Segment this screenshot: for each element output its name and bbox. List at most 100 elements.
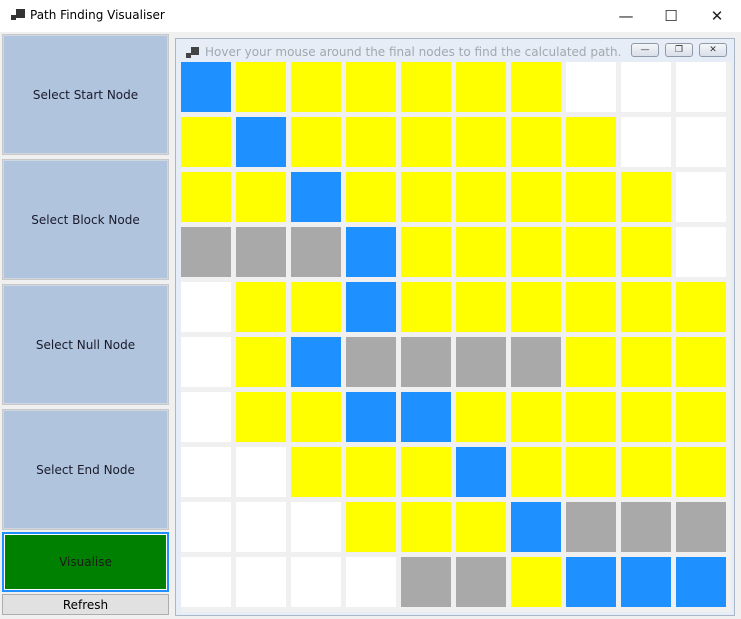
grid-node[interactable] bbox=[676, 62, 726, 112]
grid-node[interactable] bbox=[181, 337, 231, 387]
close-button[interactable]: ✕ bbox=[694, 0, 740, 32]
grid-node[interactable] bbox=[291, 62, 341, 112]
grid-node[interactable] bbox=[511, 502, 561, 552]
child-restore-button[interactable]: ❐ bbox=[665, 43, 693, 57]
grid-node[interactable] bbox=[181, 447, 231, 497]
select-start-node-button[interactable]: Select Start Node bbox=[2, 34, 169, 155]
grid-node[interactable] bbox=[456, 557, 506, 607]
minimize-button[interactable]: — bbox=[603, 0, 649, 32]
grid-node[interactable] bbox=[236, 502, 286, 552]
grid-node[interactable] bbox=[456, 282, 506, 332]
grid-node[interactable] bbox=[511, 172, 561, 222]
grid-node[interactable] bbox=[291, 172, 341, 222]
grid-node[interactable] bbox=[621, 557, 671, 607]
grid-node[interactable] bbox=[456, 392, 506, 442]
grid-node[interactable] bbox=[181, 392, 231, 442]
grid-node[interactable] bbox=[401, 62, 451, 112]
grid-node[interactable] bbox=[346, 62, 396, 112]
grid-node[interactable] bbox=[346, 227, 396, 277]
grid-node[interactable] bbox=[676, 392, 726, 442]
grid-node[interactable] bbox=[566, 392, 616, 442]
grid-node[interactable] bbox=[676, 227, 726, 277]
grid-node[interactable] bbox=[401, 392, 451, 442]
grid-node[interactable] bbox=[621, 62, 671, 112]
grid-node[interactable] bbox=[511, 557, 561, 607]
grid-node[interactable] bbox=[236, 62, 286, 112]
grid-node[interactable] bbox=[511, 392, 561, 442]
grid-node[interactable] bbox=[676, 447, 726, 497]
grid-node[interactable] bbox=[621, 502, 671, 552]
grid-node[interactable] bbox=[456, 227, 506, 277]
grid-node[interactable] bbox=[181, 502, 231, 552]
grid-node[interactable] bbox=[291, 227, 341, 277]
grid-node[interactable] bbox=[291, 337, 341, 387]
grid-node[interactable] bbox=[456, 62, 506, 112]
grid-node[interactable] bbox=[346, 117, 396, 167]
grid-node[interactable] bbox=[566, 502, 616, 552]
grid-node[interactable] bbox=[181, 557, 231, 607]
grid-node[interactable] bbox=[456, 172, 506, 222]
grid-node[interactable] bbox=[456, 502, 506, 552]
grid-node[interactable] bbox=[566, 117, 616, 167]
grid-node[interactable] bbox=[621, 172, 671, 222]
grid-node[interactable] bbox=[291, 392, 341, 442]
grid-node[interactable] bbox=[346, 282, 396, 332]
select-block-node-button[interactable]: Select Block Node bbox=[2, 159, 169, 280]
grid-node[interactable] bbox=[621, 282, 671, 332]
grid-node[interactable] bbox=[401, 227, 451, 277]
grid-node[interactable] bbox=[676, 557, 726, 607]
grid-node[interactable] bbox=[566, 282, 616, 332]
grid-node[interactable] bbox=[401, 557, 451, 607]
grid-node[interactable] bbox=[236, 557, 286, 607]
child-minimize-button[interactable]: — bbox=[631, 43, 659, 57]
grid-node[interactable] bbox=[291, 117, 341, 167]
grid-node[interactable] bbox=[401, 337, 451, 387]
grid-node[interactable] bbox=[676, 337, 726, 387]
grid-node[interactable] bbox=[676, 282, 726, 332]
grid-node[interactable] bbox=[181, 172, 231, 222]
grid-node[interactable] bbox=[346, 447, 396, 497]
grid-node[interactable] bbox=[346, 502, 396, 552]
grid-node[interactable] bbox=[511, 227, 561, 277]
select-null-node-button[interactable]: Select Null Node bbox=[2, 284, 169, 405]
grid-node[interactable] bbox=[676, 117, 726, 167]
grid-node[interactable] bbox=[511, 117, 561, 167]
grid-node[interactable] bbox=[181, 227, 231, 277]
grid-node[interactable] bbox=[511, 337, 561, 387]
grid-node[interactable] bbox=[346, 392, 396, 442]
grid-node[interactable] bbox=[456, 117, 506, 167]
grid-node[interactable] bbox=[236, 447, 286, 497]
grid-node[interactable] bbox=[236, 282, 286, 332]
grid-node[interactable] bbox=[456, 337, 506, 387]
grid-node[interactable] bbox=[676, 502, 726, 552]
grid-node[interactable] bbox=[401, 172, 451, 222]
grid-node[interactable] bbox=[346, 337, 396, 387]
grid-node[interactable] bbox=[511, 447, 561, 497]
grid-node[interactable] bbox=[236, 117, 286, 167]
grid-node[interactable] bbox=[401, 117, 451, 167]
grid-node[interactable] bbox=[621, 227, 671, 277]
grid-node[interactable] bbox=[566, 557, 616, 607]
grid-node[interactable] bbox=[621, 117, 671, 167]
grid-node[interactable] bbox=[621, 392, 671, 442]
grid-node[interactable] bbox=[181, 62, 231, 112]
grid-node[interactable] bbox=[236, 172, 286, 222]
visualise-button[interactable]: Visualise bbox=[2, 532, 169, 592]
grid-node[interactable] bbox=[346, 172, 396, 222]
child-close-button[interactable]: ✕ bbox=[699, 43, 727, 57]
refresh-button[interactable]: Refresh bbox=[2, 594, 169, 615]
grid-node[interactable] bbox=[566, 172, 616, 222]
grid-node[interactable] bbox=[676, 172, 726, 222]
grid-node[interactable] bbox=[401, 447, 451, 497]
grid-node[interactable] bbox=[291, 502, 341, 552]
select-end-node-button[interactable]: Select End Node bbox=[2, 409, 169, 530]
grid-node[interactable] bbox=[511, 282, 561, 332]
grid-node[interactable] bbox=[621, 337, 671, 387]
maximize-button[interactable]: ☐ bbox=[648, 0, 694, 32]
grid-node[interactable] bbox=[566, 447, 616, 497]
grid-node[interactable] bbox=[566, 62, 616, 112]
grid-node[interactable] bbox=[181, 282, 231, 332]
grid-node[interactable] bbox=[181, 117, 231, 167]
grid-node[interactable] bbox=[401, 282, 451, 332]
grid-node[interactable] bbox=[236, 392, 286, 442]
